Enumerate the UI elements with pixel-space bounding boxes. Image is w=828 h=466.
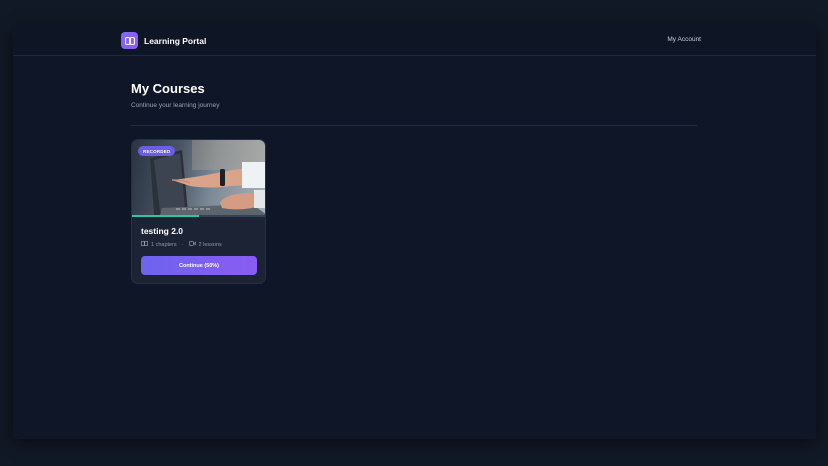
course-card[interactable]: RECORDED testing 2.0 1 chapters · 2 less… bbox=[131, 139, 266, 284]
page-title: My Courses bbox=[131, 81, 205, 96]
top-navbar: Learning Portal My Account bbox=[13, 25, 816, 56]
course-title: testing 2.0 bbox=[141, 226, 184, 236]
brand[interactable]: Learning Portal bbox=[121, 32, 206, 49]
lesson-count: 2 lessons bbox=[198, 241, 222, 248]
brand-name: Learning Portal bbox=[144, 35, 207, 46]
continue-course-button[interactable]: Continue (50%) bbox=[141, 256, 257, 275]
course-thumbnail: RECORDED bbox=[132, 140, 265, 215]
course-meta: 1 chapters · 2 lessons bbox=[141, 241, 222, 248]
meta-separator: · bbox=[181, 241, 184, 248]
book-open-icon bbox=[141, 241, 148, 248]
chapter-count: 1 chapters bbox=[151, 241, 177, 248]
app-window: Learning Portal My Account My Courses Co… bbox=[13, 25, 816, 439]
my-account-link[interactable]: My Account bbox=[667, 36, 701, 43]
page-subtitle: Continue your learning journey bbox=[131, 102, 220, 109]
video-icon bbox=[188, 241, 196, 248]
course-progress-bar bbox=[132, 215, 265, 217]
book-icon bbox=[121, 32, 138, 49]
section-divider bbox=[131, 125, 697, 126]
recorded-badge: RECORDED bbox=[138, 146, 176, 156]
course-progress-fill bbox=[132, 215, 199, 217]
